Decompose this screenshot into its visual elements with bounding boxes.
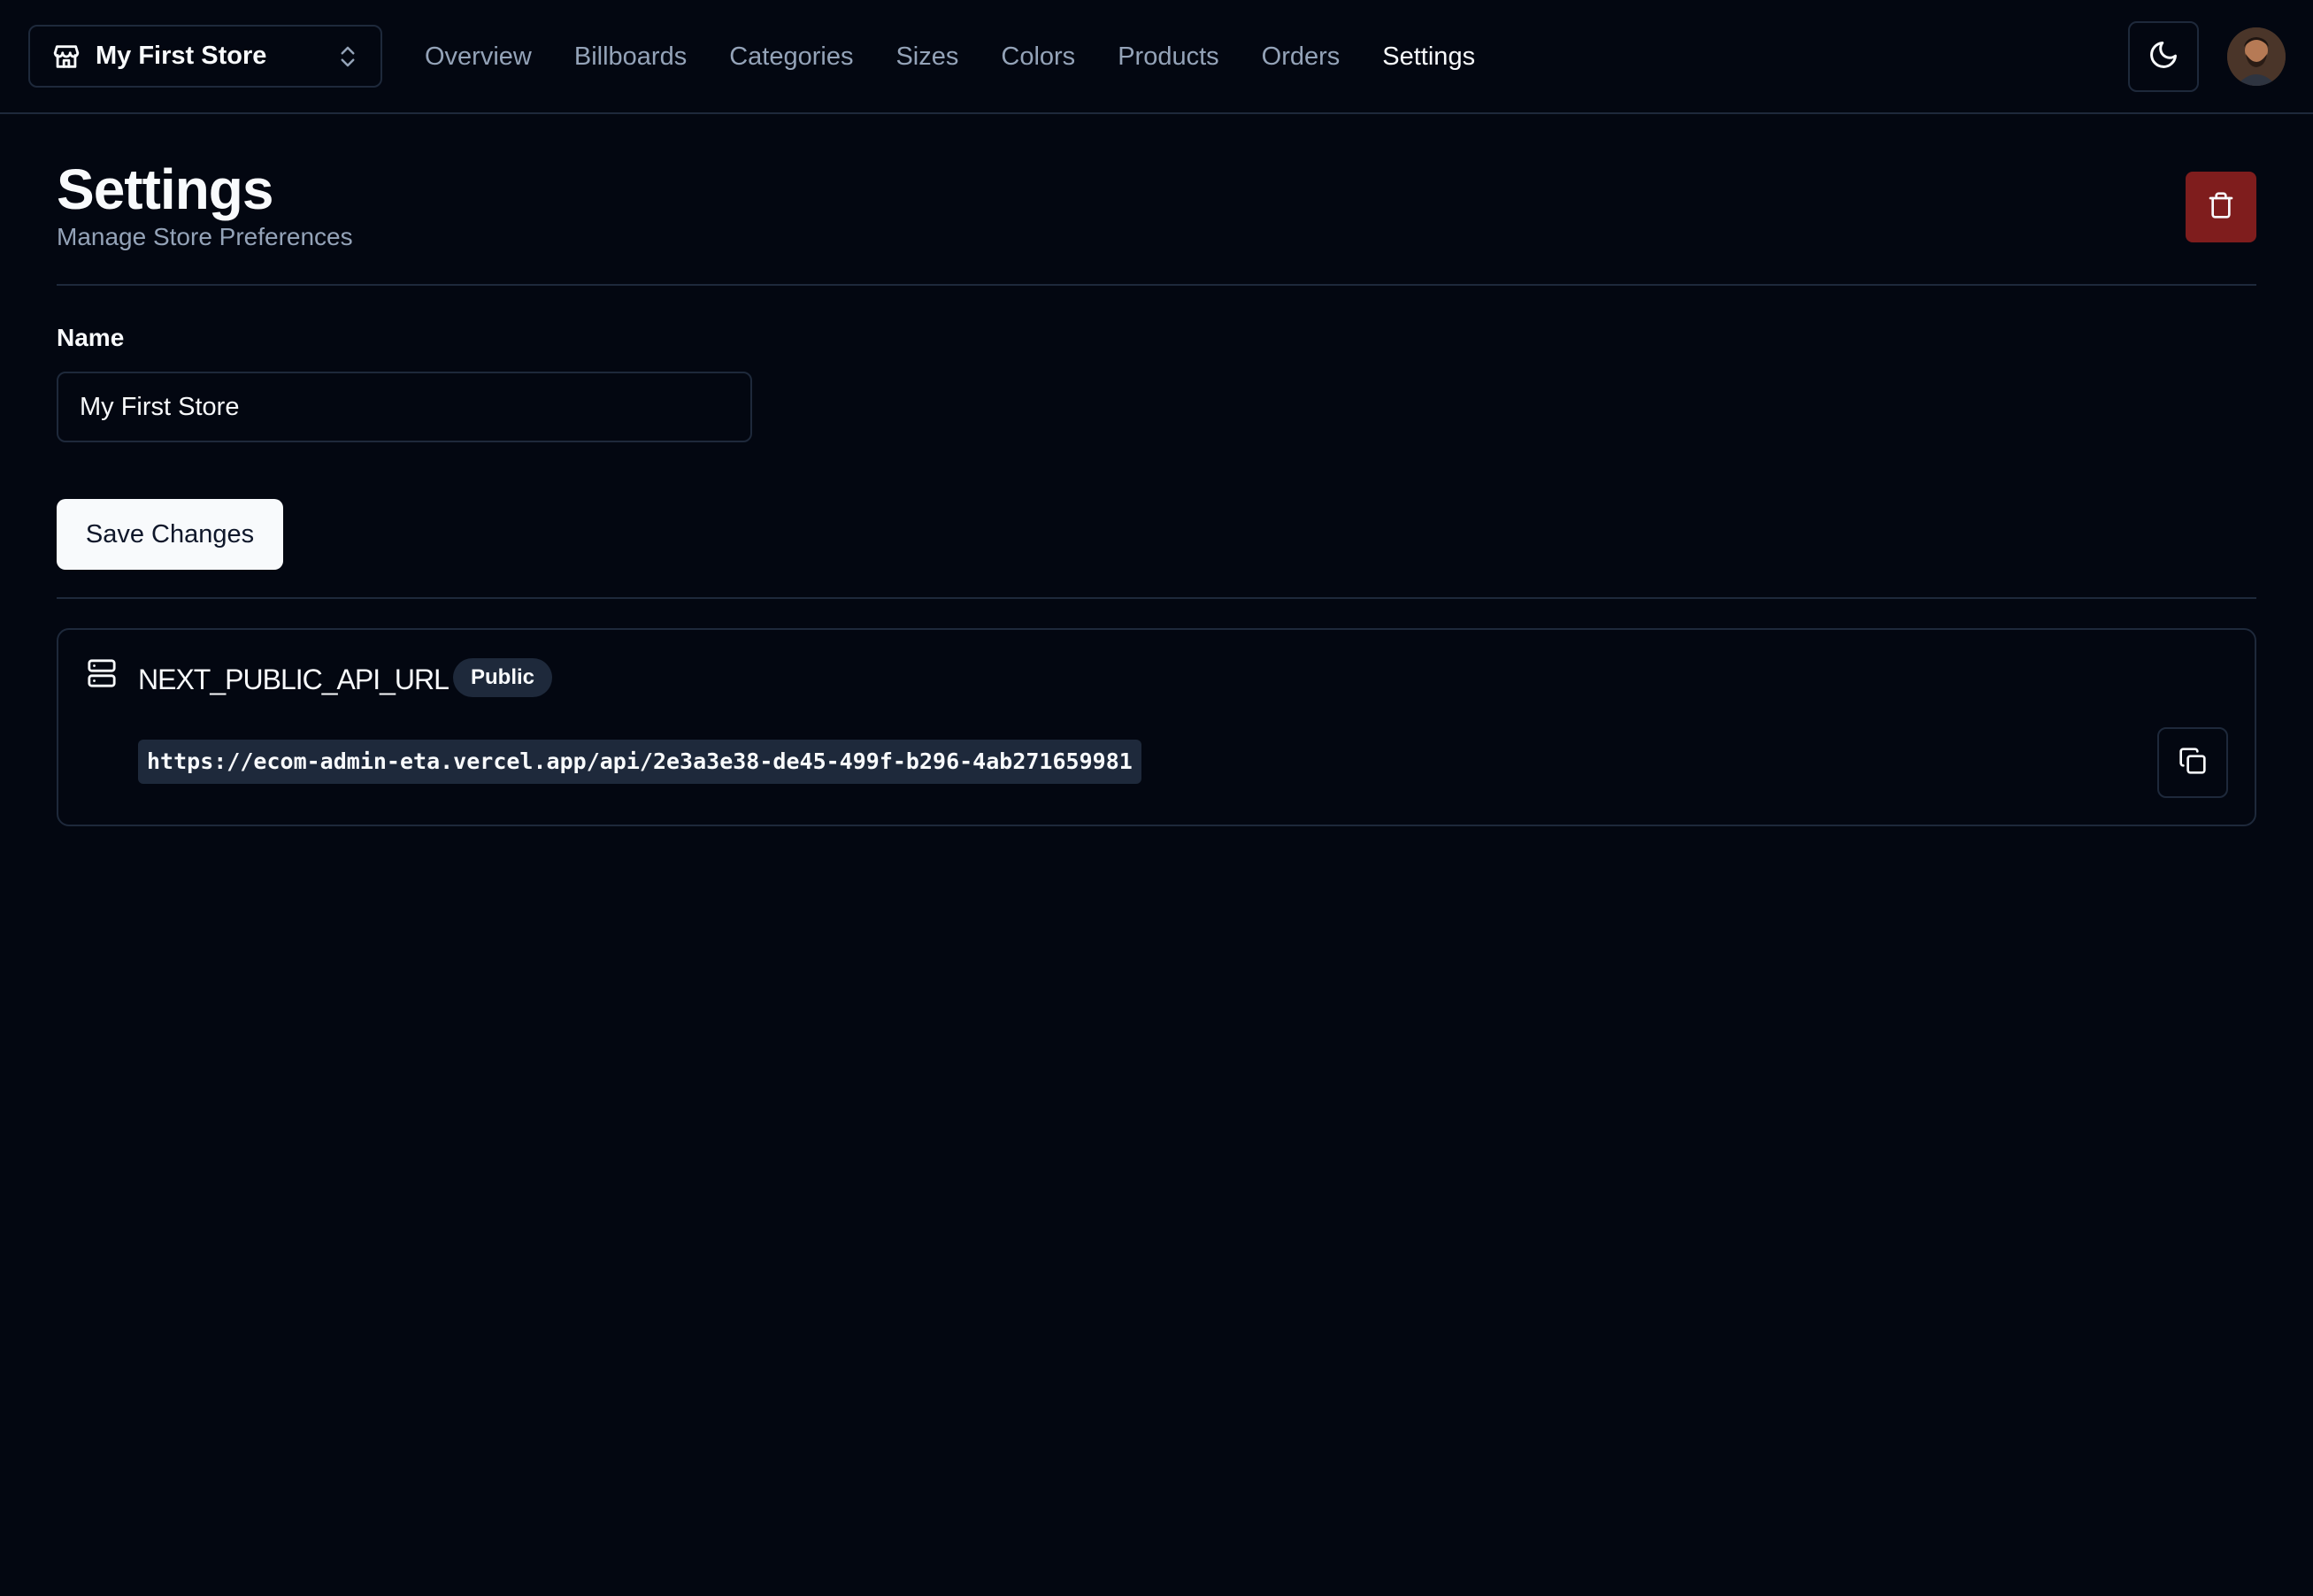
form-separator bbox=[57, 597, 2256, 599]
api-env-title: NEXT_PUBLIC_API_URL bbox=[138, 664, 450, 695]
delete-store-button[interactable] bbox=[2186, 172, 2256, 242]
name-field-label: Name bbox=[57, 324, 125, 351]
api-url-value: https://ecom-admin-eta.vercel.app/api/2e… bbox=[138, 740, 1141, 784]
user-avatar[interactable] bbox=[2227, 27, 2286, 86]
copy-url-button[interactable] bbox=[2157, 727, 2228, 798]
main-nav: Overview Billboards Categories Sizes Col… bbox=[425, 0, 1475, 114]
chevrons-up-down-icon bbox=[334, 42, 361, 72]
trash-icon bbox=[2207, 191, 2235, 224]
header-separator bbox=[57, 284, 2256, 286]
page-subtitle: Manage Store Preferences bbox=[57, 223, 353, 250]
theme-toggle-button[interactable] bbox=[2128, 21, 2199, 92]
nav-item-billboards[interactable]: Billboards bbox=[574, 42, 687, 72]
store-switcher[interactable]: My First Store bbox=[28, 25, 382, 88]
nav-item-categories[interactable]: Categories bbox=[729, 42, 853, 72]
page-title: Settings bbox=[57, 157, 273, 221]
top-navbar: My First Store Overview Billboards Categ… bbox=[0, 0, 2313, 114]
store-icon bbox=[51, 42, 81, 72]
store-switcher-label: My First Store bbox=[96, 42, 267, 70]
server-icon bbox=[87, 658, 117, 688]
nav-item-overview[interactable]: Overview bbox=[425, 42, 532, 72]
copy-icon bbox=[2179, 747, 2207, 779]
access-badge: Public bbox=[453, 658, 553, 697]
moon-icon bbox=[2148, 39, 2179, 75]
nav-item-orders[interactable]: Orders bbox=[1262, 42, 1341, 72]
save-changes-button[interactable]: Save Changes bbox=[57, 499, 283, 570]
nav-item-products[interactable]: Products bbox=[1118, 42, 1218, 72]
store-name-input[interactable] bbox=[57, 372, 752, 442]
api-url-alert: NEXT_PUBLIC_API_URL Public https://ecom-… bbox=[57, 628, 2256, 826]
nav-item-sizes[interactable]: Sizes bbox=[895, 42, 958, 72]
nav-item-settings[interactable]: Settings bbox=[1382, 42, 1475, 72]
nav-item-colors[interactable]: Colors bbox=[1001, 42, 1075, 72]
